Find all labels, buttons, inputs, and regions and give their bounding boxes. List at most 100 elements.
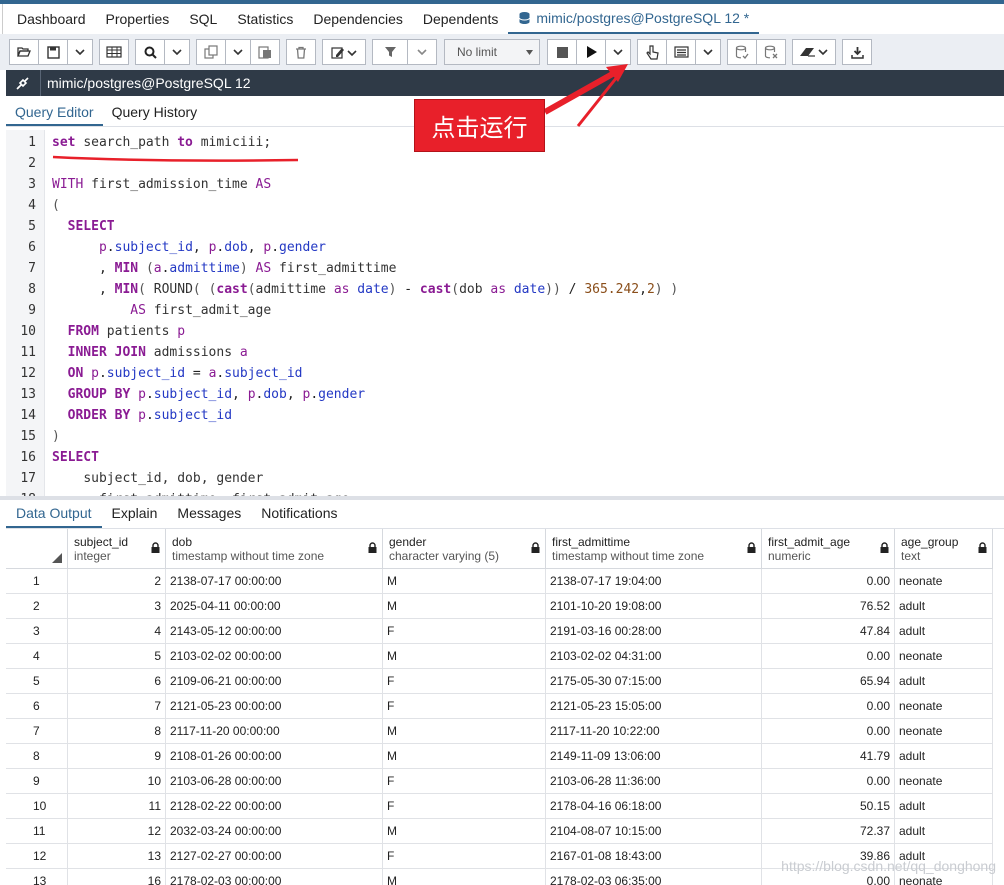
tab-dependencies[interactable]: Dependencies [303,4,413,34]
table-cell[interactable]: 50.15 [762,794,895,819]
column-header-age-group[interactable]: age_group text [895,529,993,569]
row-number-cell[interactable]: 9 [6,769,68,794]
table-cell[interactable]: 2103-02-02 04:31:00 [546,644,762,669]
table-cell[interactable]: 2121-05-23 15:05:00 [546,694,762,719]
table-cell[interactable]: 65.94 [762,669,895,694]
tab-query-history[interactable]: Query History [103,104,207,126]
tab-dependents[interactable]: Dependents [413,4,509,34]
table-cell[interactable]: 13 [68,844,166,869]
table-cell[interactable]: 2178-02-03 06:35:00 [546,869,762,885]
table-cell[interactable]: M [383,569,546,594]
row-number-cell[interactable]: 2 [6,594,68,619]
table-cell[interactable]: 2138-07-17 19:04:00 [546,569,762,594]
download-button[interactable] [842,39,872,65]
table-cell[interactable]: M [383,744,546,769]
table-cell[interactable]: 2108-01-26 00:00:00 [166,744,383,769]
table-row[interactable]: 5 6 2109-06-21 00:00:00 F 2175-05-30 07:15:0… [6,669,1004,694]
row-number-cell[interactable]: 3 [6,619,68,644]
table-cell[interactable]: 2103-06-28 00:00:00 [166,769,383,794]
table-cell[interactable]: neonate [895,644,993,669]
table-cell[interactable]: 2191-03-16 00:28:00 [546,619,762,644]
table-cell[interactable]: adult [895,669,993,694]
table-cell[interactable]: 3 [68,594,166,619]
edit-button[interactable] [322,39,366,65]
commit-button[interactable] [727,39,757,65]
table-row[interactable]: 3 4 2143-05-12 00:00:00 F 2191-03-16 00:28:0… [6,619,1004,644]
table-cell[interactable]: neonate [895,569,993,594]
save-file-button[interactable] [38,39,68,65]
row-number-cell[interactable]: 4 [6,644,68,669]
table-cell[interactable]: 5 [68,644,166,669]
table-cell[interactable]: 2101-10-20 19:08:00 [546,594,762,619]
table-cell[interactable]: 72.37 [762,819,895,844]
table-cell[interactable]: F [383,619,546,644]
copy-button[interactable] [196,39,226,65]
tab-dashboard[interactable]: Dashboard [7,4,96,34]
table-cell[interactable]: neonate [895,719,993,744]
table-cell[interactable]: 2117-11-20 10:22:00 [546,719,762,744]
table-cell[interactable]: neonate [895,769,993,794]
table-cell[interactable]: adult [895,619,993,644]
table-cell[interactable]: 2104-08-07 10:15:00 [546,819,762,844]
table-row[interactable]: 6 7 2121-05-23 00:00:00 F 2121-05-23 15:05:0… [6,694,1004,719]
table-cell[interactable]: 2178-02-03 00:00:00 [166,869,383,885]
table-cell[interactable]: 0.00 [762,769,895,794]
table-cell[interactable]: F [383,694,546,719]
table-cell[interactable]: F [383,669,546,694]
filter-button[interactable] [372,39,408,65]
table-cell[interactable]: 12 [68,819,166,844]
explain-analyze-button[interactable] [666,39,696,65]
table-cell[interactable]: 2178-04-16 06:18:00 [546,794,762,819]
edit-grid-button[interactable] [99,39,129,65]
table-cell[interactable]: M [383,819,546,844]
sql-editor[interactable]: 123456789101112131415161718 set search_p… [6,130,1004,496]
stop-button[interactable] [547,39,577,65]
row-number-cell[interactable]: 11 [6,819,68,844]
table-cell[interactable]: M [383,644,546,669]
table-cell[interactable]: 9 [68,744,166,769]
explain-button[interactable] [637,39,667,65]
row-number-cell[interactable]: 10 [6,794,68,819]
table-cell[interactable]: 2121-05-23 00:00:00 [166,694,383,719]
row-number-cell[interactable]: 6 [6,694,68,719]
table-cell[interactable]: adult [895,794,993,819]
table-row[interactable]: 11 12 2032-03-24 00:00:00 M 2104-08-07 10:15… [6,819,1004,844]
open-file-button[interactable] [9,39,39,65]
table-cell[interactable]: 6 [68,669,166,694]
row-number-header[interactable] [6,529,68,569]
tab-statistics[interactable]: Statistics [227,4,303,34]
tab-sql[interactable]: SQL [179,4,227,34]
table-cell[interactable]: 11 [68,794,166,819]
connection-status[interactable] [6,70,41,96]
table-cell[interactable]: 0.00 [762,694,895,719]
table-cell[interactable]: M [383,869,546,885]
table-cell[interactable]: F [383,844,546,869]
table-cell[interactable]: F [383,769,546,794]
save-dropdown-button[interactable] [67,39,93,65]
tab-query-tool[interactable]: mimic/postgres@PostgreSQL 12 * [508,4,760,34]
execute-button[interactable] [576,39,606,65]
table-row[interactable]: 7 8 2117-11-20 00:00:00 M 2117-11-20 10:22:0… [6,719,1004,744]
rollback-button[interactable] [756,39,786,65]
table-cell[interactable]: F [383,794,546,819]
table-cell[interactable]: 2103-02-02 00:00:00 [166,644,383,669]
row-number-cell[interactable]: 7 [6,719,68,744]
column-header-gender[interactable]: gender character varying (5) [383,529,546,569]
delete-button[interactable] [286,39,316,65]
table-row[interactable]: 9 10 2103-06-28 00:00:00 F 2103-06-28 11:36:… [6,769,1004,794]
table-cell[interactable]: 2 [68,569,166,594]
table-cell[interactable]: 0.00 [762,569,895,594]
table-cell[interactable]: 2138-07-17 00:00:00 [166,569,383,594]
column-header-subject-id[interactable]: subject_id integer [68,529,166,569]
table-cell[interactable]: 2128-02-22 00:00:00 [166,794,383,819]
table-cell[interactable]: 2143-05-12 00:00:00 [166,619,383,644]
table-row[interactable]: 8 9 2108-01-26 00:00:00 M 2149-11-09 13:06:0… [6,744,1004,769]
row-number-cell[interactable]: 5 [6,669,68,694]
row-number-cell[interactable]: 1 [6,569,68,594]
tab-query-editor[interactable]: Query Editor [6,104,103,126]
tab-notifications[interactable]: Notifications [251,500,347,528]
copy-dropdown-button[interactable] [225,39,251,65]
table-cell[interactable]: 4 [68,619,166,644]
table-cell[interactable]: 47.84 [762,619,895,644]
table-cell[interactable]: 2032-03-24 00:00:00 [166,819,383,844]
